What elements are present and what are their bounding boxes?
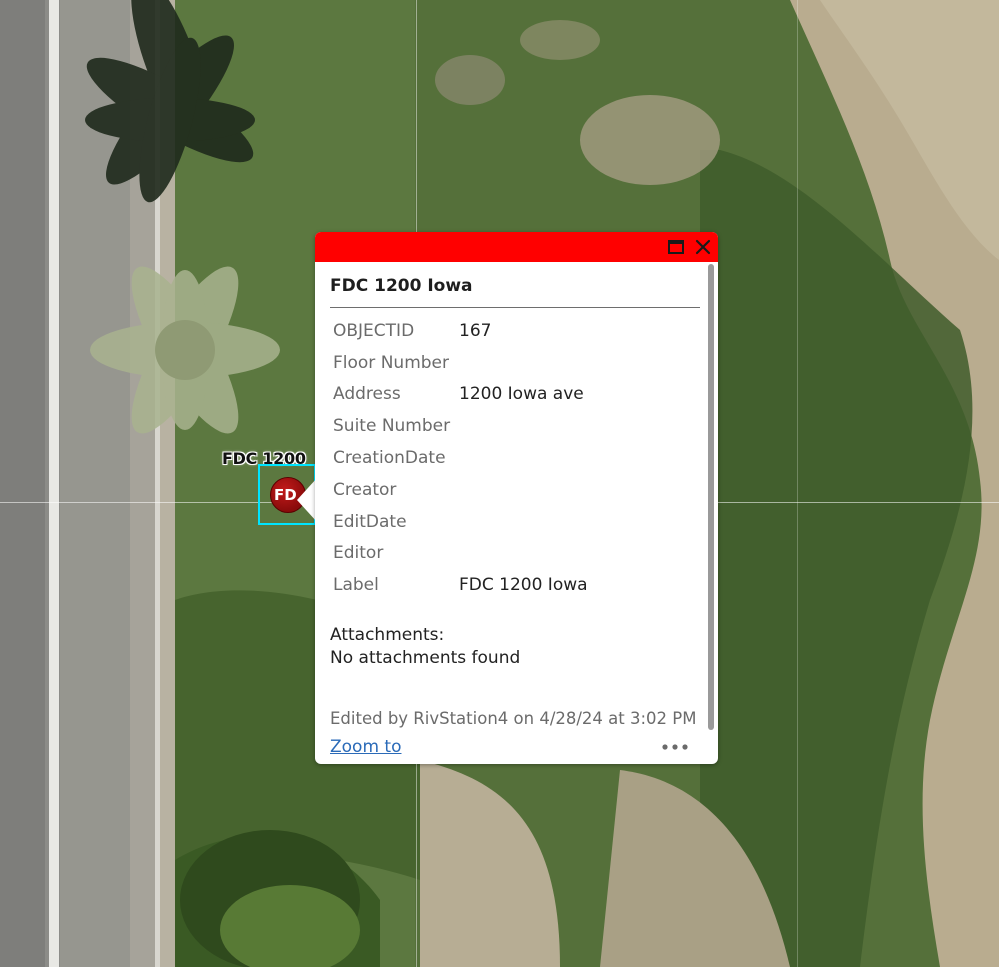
field-value [459, 506, 588, 538]
field-name: Creator [333, 479, 397, 500]
field-name: CreationDate [333, 448, 446, 469]
attachments-label: Attachments: [330, 625, 445, 645]
attribute-row: Floor Number [333, 347, 588, 379]
field-name: EditDate [333, 511, 407, 532]
field-value [459, 347, 588, 379]
attribute-row: Suite Number [333, 410, 588, 442]
field-value [459, 442, 588, 474]
zoom-to-link[interactable]: Zoom to [330, 737, 401, 757]
attachments-empty-message: No attachments found [330, 648, 521, 668]
more-options-icon[interactable] [661, 743, 689, 751]
popup-scrollbar[interactable] [708, 264, 714, 730]
attribute-row: Address 1200 Iowa ave [333, 379, 588, 411]
attribute-row: Label FDC 1200 Iowa [333, 569, 588, 601]
attribute-row: EditDate [333, 506, 588, 538]
field-name: Editor [333, 543, 384, 564]
attribute-row: OBJECTID 167 [333, 315, 588, 347]
popup-title: FDC 1200 Iowa [330, 276, 473, 296]
maximize-icon[interactable] [668, 240, 684, 254]
field-value: 167 [459, 320, 492, 341]
title-divider [330, 307, 700, 308]
attribute-table: OBJECTID 167 Floor Number Address 1200 I… [333, 315, 588, 601]
attribute-row: CreationDate [333, 442, 588, 474]
field-value [459, 538, 588, 570]
field-name: OBJECTID [333, 320, 415, 341]
field-value [459, 474, 588, 506]
popup-header [315, 232, 718, 262]
attribute-row: Creator [333, 474, 588, 506]
field-name: Label [333, 575, 379, 596]
field-name: Suite Number [333, 416, 451, 437]
last-edited-info: Edited by RivStation4 on 4/28/24 at 3:02… [330, 709, 697, 728]
close-icon[interactable] [694, 238, 712, 256]
graticule-line [797, 0, 798, 967]
field-value: FDC 1200 Iowa [459, 575, 588, 596]
attribute-row: Editor [333, 538, 588, 570]
field-value [459, 410, 588, 442]
field-name: Floor Number [333, 352, 449, 373]
popup-pointer [297, 478, 317, 522]
field-name: Address [333, 384, 401, 405]
field-value: 1200 Iowa ave [459, 384, 584, 405]
feature-popup: FDC 1200 Iowa OBJECTID 167 Floor Number … [315, 232, 718, 764]
